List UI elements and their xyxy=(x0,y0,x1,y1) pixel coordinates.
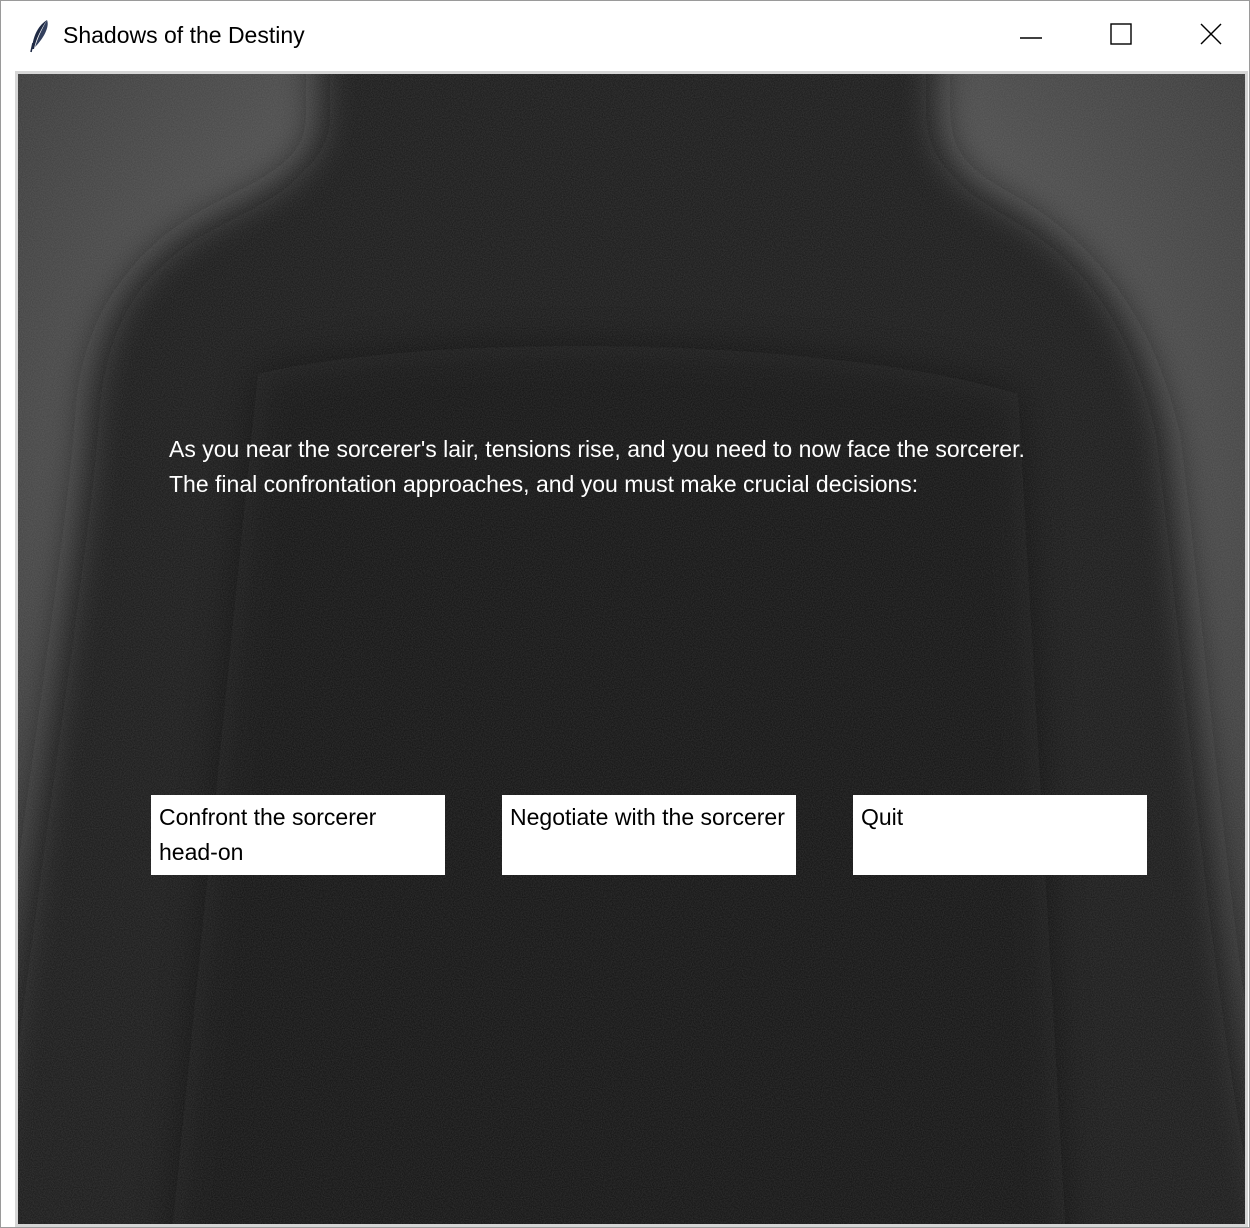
window-title: Shadows of the Destiny xyxy=(63,22,305,48)
background-image xyxy=(18,74,1245,1224)
story-text: As you near the sorcerer's lair, tension… xyxy=(169,436,1025,497)
negotiate-button[interactable]: Negotiate with the sorcerer xyxy=(502,795,796,875)
title-bar[interactable]: Shadows of the Destiny xyxy=(1,1,1249,71)
minimize-icon xyxy=(1020,27,1042,45)
app-window: Shadows of the Destiny As you near the s… xyxy=(0,0,1250,1228)
minimize-button[interactable] xyxy=(985,1,1077,71)
feather-icon xyxy=(29,19,51,53)
confront-button[interactable]: Confront the sorcerer head-on xyxy=(151,795,445,875)
quit-button[interactable]: Quit xyxy=(853,795,1147,875)
close-icon xyxy=(1200,23,1222,50)
maximize-button[interactable] xyxy=(1075,1,1167,71)
game-canvas: As you near the sorcerer's lair, tension… xyxy=(15,71,1248,1227)
maximize-icon xyxy=(1110,22,1132,50)
close-button[interactable] xyxy=(1165,1,1249,71)
